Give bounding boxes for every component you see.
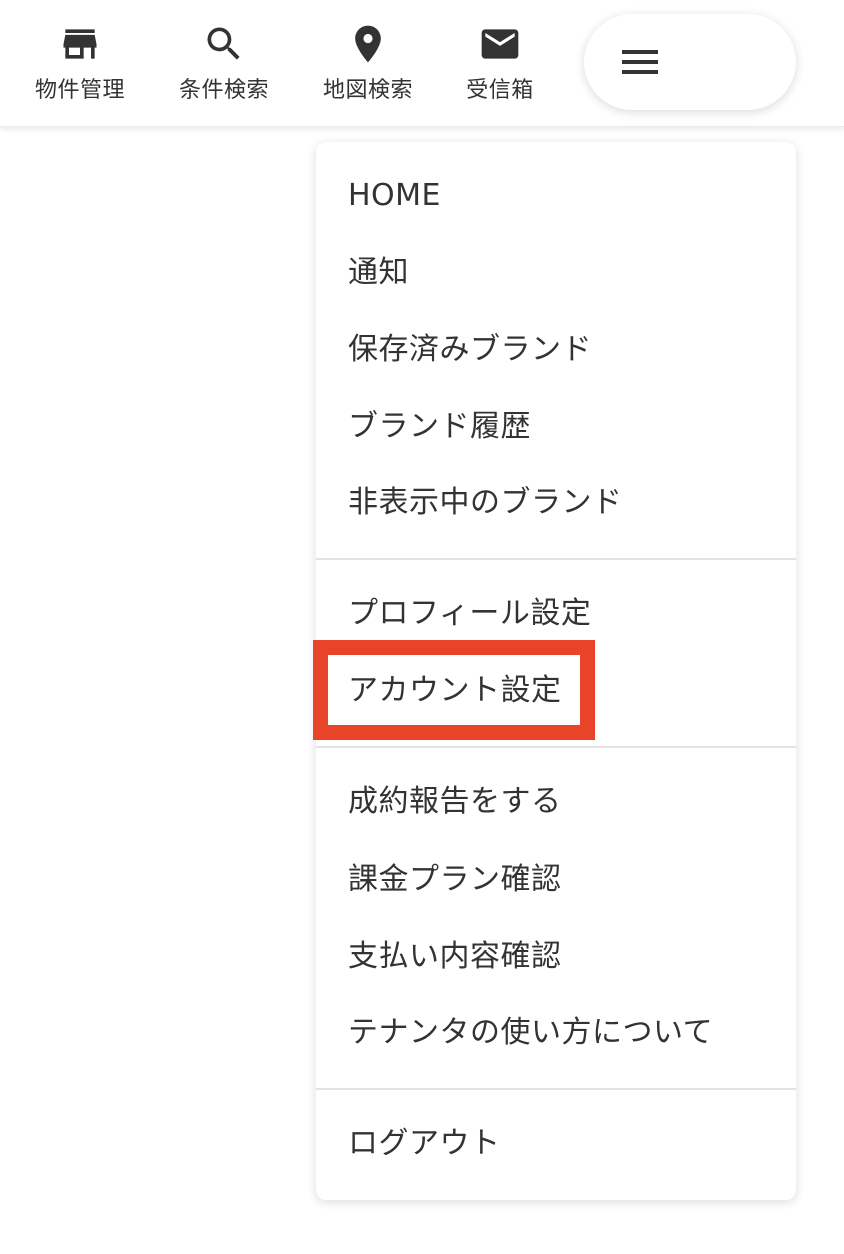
search-icon (207, 27, 240, 60)
nav-item-map-search[interactable]: 地図検索 (298, 22, 438, 112)
menu-item-logout[interactable]: ログアウト (348, 1114, 501, 1174)
nav-item-property-management[interactable]: 物件管理 (10, 22, 150, 112)
hamburger-menu-button[interactable] (584, 14, 796, 110)
nav-label-property-management: 物件管理 (34, 78, 125, 103)
menu-item-hidden-brands[interactable]: 非表示中のブランド (348, 473, 623, 533)
page: 物件管理 条件検索 地図検索 受信箱 HOME 通知 保存済みブランド ブランド… (0, 0, 844, 1254)
menu-item-how-to-use[interactable]: テナンタの使い方について (348, 1003, 713, 1063)
map-pin-icon (355, 25, 381, 63)
hamburger-menu-icon (622, 50, 658, 74)
nav-label-map-search: 地図検索 (322, 78, 413, 103)
menu-divider (316, 746, 796, 748)
menu-item-payment-details[interactable]: 支払い内容確認 (348, 927, 562, 987)
nav-label-inbox: 受信箱 (466, 78, 534, 103)
menu-item-report-contract[interactable]: 成約報告をする (348, 772, 562, 832)
menu-item-brand-history[interactable]: ブランド履歴 (348, 397, 531, 457)
menu-item-saved-brands[interactable]: 保存済みブランド (348, 320, 592, 380)
menu-item-home[interactable]: HOME (348, 166, 441, 226)
menu-item-profile-settings[interactable]: プロフィール設定 (348, 584, 591, 644)
menu-divider (316, 1088, 796, 1090)
menu-divider (316, 558, 796, 560)
nav-item-condition-search[interactable]: 条件検索 (154, 22, 294, 112)
nav-label-condition-search: 条件検索 (178, 78, 269, 103)
menu-item-account-settings[interactable]: アカウント設定 (348, 661, 562, 721)
store-icon (63, 29, 97, 59)
dropdown-menu: HOME 通知 保存済みブランド ブランド履歴 非表示中のブランド プロフィール… (313, 142, 796, 1200)
top-navigation-bar: 物件管理 条件検索 地図検索 受信箱 (0, 0, 844, 127)
mail-icon (481, 29, 519, 59)
nav-item-inbox[interactable]: 受信箱 (430, 22, 570, 112)
menu-item-billing-plan[interactable]: 課金プラン確認 (348, 850, 562, 910)
menu-item-notifications[interactable]: 通知 (348, 243, 409, 303)
